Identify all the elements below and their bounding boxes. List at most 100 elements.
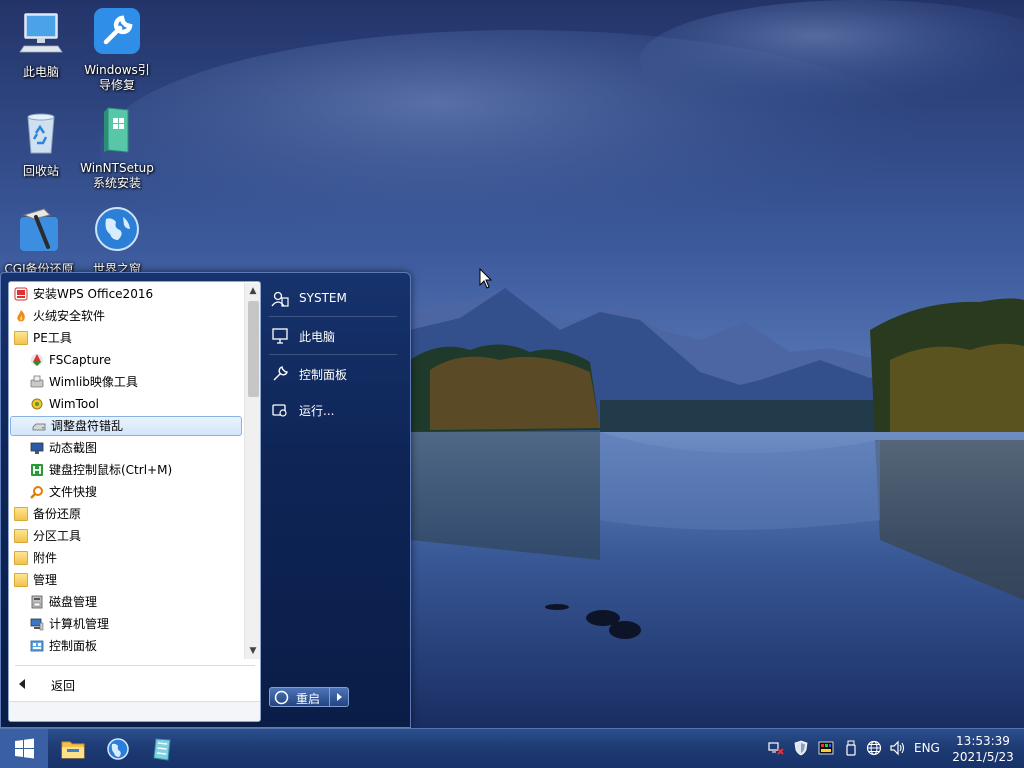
start-menu-programs-pane: 安装WPS Office2016 火绒安全软件 PE工具 FSCapture W… (8, 281, 261, 722)
program-item-file-search[interactable]: 文件快搜 (9, 481, 243, 503)
clock-date: 2021/5/23 (952, 750, 1014, 764)
taskbar: ENG 13:53:39 2021/5/23 (0, 728, 1024, 768)
program-item-label: 备份还原 (33, 507, 82, 521)
program-folder-backup-restore[interactable]: 备份还原 (9, 503, 243, 525)
program-folder-pe-tools[interactable]: PE工具 (9, 327, 243, 349)
windows-logo-icon (15, 738, 34, 759)
start-right-run[interactable]: 运行... (269, 396, 401, 422)
computer-icon (272, 328, 288, 344)
program-item-label: 安装WPS Office2016 (33, 287, 154, 301)
run-icon (272, 404, 287, 417)
setup-tool-icon (153, 738, 171, 761)
taskbar-app-file-explorer[interactable] (53, 731, 93, 767)
right-pane-label: 此电脑 (299, 330, 336, 344)
browser-globe-icon (107, 738, 129, 760)
usb-drive-icon[interactable] (843, 740, 859, 756)
wrench-icon (273, 366, 288, 381)
program-item-label: 键盘控制鼠标(Ctrl+M) (49, 463, 173, 477)
folder-icon (14, 551, 28, 565)
desktop-icon-this-pc[interactable]: 此电脑 (0, 8, 82, 80)
network-disconnect-icon[interactable] (768, 740, 784, 756)
taskbar-app-setup-tool[interactable] (142, 731, 182, 767)
drive-icon (32, 423, 46, 431)
wrench-icon (94, 8, 140, 54)
program-item-fix-drive-letters[interactable]: 调整盘符错乱 (10, 416, 242, 436)
wimtool-icon (31, 398, 43, 410)
program-item-wimtool[interactable]: WimTool (9, 393, 243, 415)
program-list-scrollbar[interactable]: ▲ ▼ (244, 283, 260, 659)
program-item-label: 磁盘管理 (49, 595, 98, 609)
mouse-cursor-icon (479, 268, 493, 289)
disk-management-icon (31, 595, 43, 609)
program-item-huorong[interactable]: 火绒安全软件 (9, 305, 243, 327)
program-item-computer-management[interactable]: 计算机管理 (9, 613, 243, 635)
desktop-icon-recycle-bin[interactable]: 回收站 (0, 107, 82, 179)
folder-icon (14, 573, 28, 587)
wps-icon (14, 287, 28, 301)
program-item-label: 管理 (33, 573, 58, 587)
setup-box-icon (104, 107, 129, 153)
program-item-wimlib[interactable]: Wimlib映像工具 (9, 371, 243, 393)
control-panel-icon (30, 640, 44, 652)
folder-icon (14, 529, 28, 543)
program-item-label: Wimlib映像工具 (49, 375, 138, 389)
globe-icon (95, 207, 139, 251)
start-right-this-pc[interactable]: 此电脑 (269, 322, 401, 348)
scrollbar-thumb[interactable] (248, 301, 259, 397)
program-item-fscapture[interactable]: FSCapture (9, 349, 243, 371)
restart-label: 重启 (296, 692, 321, 706)
program-folder-management[interactable]: 管理 (9, 569, 243, 591)
desktop-icon-world-window[interactable]: 世界之窗 (76, 205, 158, 277)
display-color-icon[interactable] (818, 740, 834, 756)
volume-icon[interactable] (889, 740, 905, 756)
start-button[interactable] (0, 729, 48, 768)
program-list: 安装WPS Office2016 火绒安全软件 PE工具 FSCapture W… (9, 283, 243, 659)
right-pane-label: 控制面板 (299, 368, 348, 382)
back-button[interactable]: 返回 (9, 672, 260, 698)
folder-icon (14, 331, 28, 345)
wimlib-icon (30, 375, 44, 388)
power-icon (274, 690, 289, 705)
program-item-label: 动态截图 (49, 441, 98, 455)
scroll-down-icon[interactable]: ▼ (245, 643, 261, 659)
restart-options-arrow-button[interactable] (330, 687, 349, 707)
start-right-user-system[interactable]: SYSTEM (269, 285, 401, 311)
right-pane-label: 运行... (299, 404, 335, 418)
back-label: 返回 (51, 679, 76, 693)
desktop-icon-label: 系统安装 (92, 176, 141, 190)
globe-network-icon[interactable] (866, 740, 882, 756)
desktop-icon-label: 回收站 (22, 164, 59, 178)
program-item-screen-capture[interactable]: 动态截图 (9, 437, 243, 459)
input-language-indicator[interactable]: ENG (914, 741, 940, 755)
shield-icon[interactable] (793, 740, 809, 756)
computer-icon (19, 13, 63, 53)
recycle-bin-icon (27, 113, 55, 154)
keyboard-mouse-icon (31, 464, 43, 476)
desktop-icon-winntsetup[interactable]: WinNTSetup 系统安装 (76, 104, 158, 191)
divider (269, 316, 397, 317)
back-arrow-icon (19, 679, 25, 689)
start-right-control-panel[interactable]: 控制面板 (269, 360, 401, 386)
desktop-icon-windows-boot-repair[interactable]: Windows引 导修复 (76, 6, 158, 93)
system-clock[interactable]: 13:53:39 2021/5/23 (950, 733, 1016, 765)
restart-button[interactable]: 重启 (269, 687, 330, 707)
huorong-icon (17, 310, 25, 322)
program-folder-partition-tools[interactable]: 分区工具 (9, 525, 243, 547)
program-item-disk-management[interactable]: 磁盘管理 (9, 591, 243, 613)
program-item-install-wps[interactable]: 安装WPS Office2016 (9, 283, 243, 305)
taskbar-app-browser[interactable] (98, 731, 138, 767)
program-item-control-panel[interactable]: 控制面板 (9, 635, 243, 657)
divider (15, 665, 255, 666)
right-pane-label: SYSTEM (299, 291, 347, 305)
desktop-icon-label: Windows引 (84, 63, 150, 77)
program-item-keyboard-mouse[interactable]: 键盘控制鼠标(Ctrl+M) (9, 459, 243, 481)
program-item-label: WimTool (49, 397, 99, 411)
desktop-icon-cgi-backup[interactable]: CGI备份还原 (0, 205, 80, 277)
divider (269, 354, 397, 355)
screen-capture-icon (30, 442, 44, 454)
desktop-icon-label: 导修复 (98, 78, 135, 92)
desktop-icon-label: WinNTSetup (80, 161, 154, 175)
scroll-up-icon[interactable]: ▲ (245, 283, 261, 299)
program-item-label: 文件快搜 (49, 485, 98, 499)
program-folder-accessories[interactable]: 附件 (9, 547, 243, 569)
